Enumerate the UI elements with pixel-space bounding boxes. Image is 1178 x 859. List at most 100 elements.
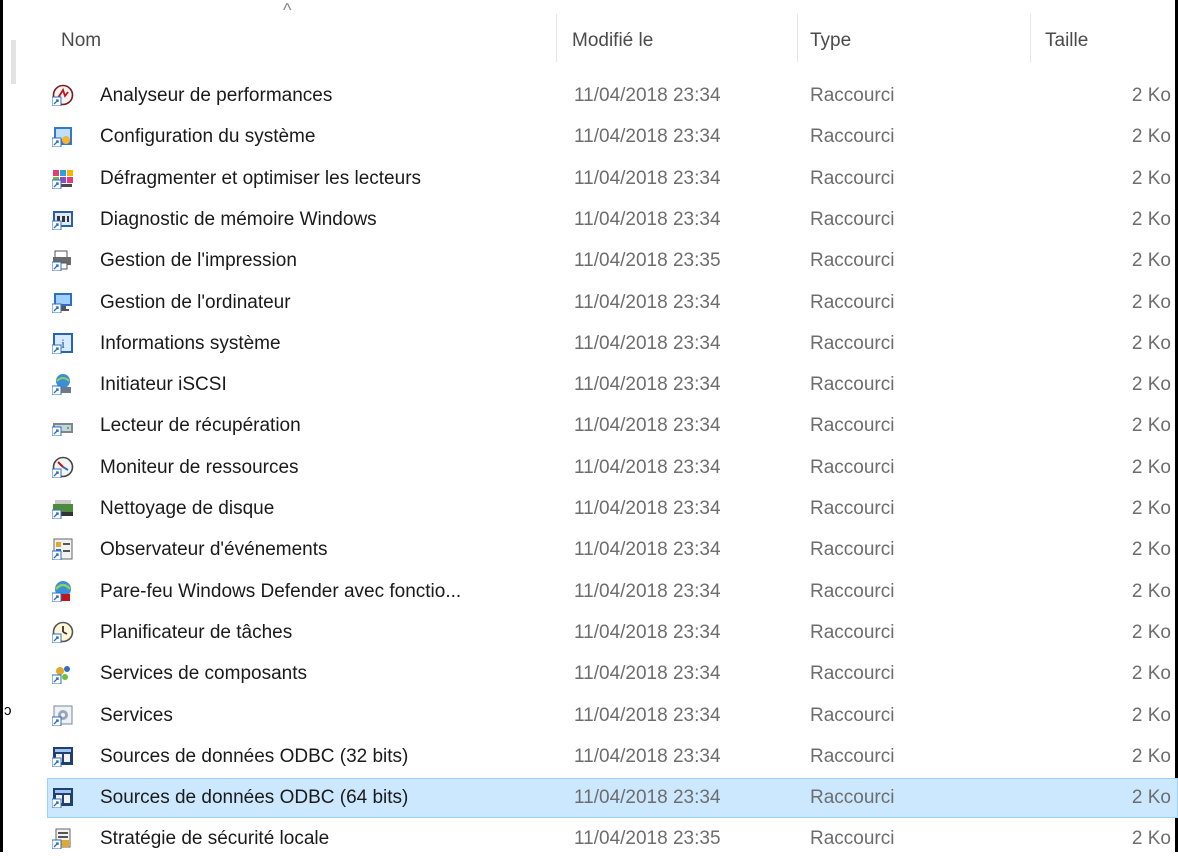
column-header-size[interactable]: Taille — [1045, 0, 1165, 72]
file-modified-date: 11/04/2018 23:34 — [574, 663, 721, 685]
window-frame-left — [0, 0, 3, 852]
svg-text:i: i — [61, 336, 65, 351]
file-type: Raccourci — [810, 580, 895, 602]
firewall-icon — [51, 580, 74, 603]
file-row[interactable]: Services de composants 11/04/2018 23:34 Ra… — [47, 654, 1178, 694]
file-type: Raccourci — [810, 208, 895, 230]
file-size: 2 Ko — [1131, 539, 1171, 561]
file-type: Raccourci — [810, 126, 895, 148]
file-name: Diagnostic de mémoire Windows — [100, 208, 377, 230]
file-row[interactable]: Gestion de l'ordinateur 11/04/2018 23:34 R… — [47, 283, 1178, 323]
component-services-icon — [51, 662, 74, 685]
task-scheduler-icon — [51, 621, 74, 644]
file-type: Raccourci — [810, 167, 895, 189]
services-icon — [51, 704, 74, 726]
file-size: 2 Ko — [1131, 250, 1171, 272]
file-name: Stratégie de sécurité locale — [100, 828, 330, 850]
file-type: Raccourci — [810, 332, 895, 354]
file-type: Raccourci — [810, 787, 895, 809]
resource-monitor-icon — [51, 456, 74, 479]
odbc-icon — [51, 745, 74, 768]
file-size: 2 Ko — [1131, 167, 1171, 189]
file-row[interactable]: Services 11/04/2018 23:34 Raccourci 2 Ko — [47, 696, 1178, 736]
file-type: Raccourci — [810, 498, 895, 519]
file-type: Raccourci — [810, 415, 895, 437]
file-name: Lecteur de récupération — [100, 415, 301, 437]
file-row[interactable]: Observateur d'événements 11/04/2018 23:34… — [47, 530, 1178, 570]
file-modified-date: 11/04/2018 23:34 — [574, 745, 721, 767]
file-type: Raccourci — [810, 250, 895, 272]
file-size: 2 Ko — [1131, 85, 1171, 106]
file-row[interactable]: Analyseur de performances 11/04/2018 23:3… — [47, 76, 1178, 116]
navigation-pane-glyph: ↄ — [4, 702, 12, 719]
file-name: Sources de données ODBC (32 bits) — [100, 745, 409, 767]
file-row[interactable]: Nettoyage de disque 11/04/2018 23:34 Racco… — [47, 489, 1178, 529]
file-type: Raccourci — [810, 828, 895, 850]
column-divider[interactable] — [1030, 14, 1031, 62]
file-type: Raccourci — [810, 704, 895, 726]
column-divider[interactable] — [797, 14, 798, 62]
file-row[interactable]: Pare-feu Windows Defender avec fonctio..… — [47, 572, 1178, 612]
file-modified-date: 11/04/2018 23:34 — [574, 580, 721, 602]
file-name: Planificateur de tâches — [100, 621, 293, 643]
file-modified-date: 11/04/2018 23:35 — [574, 250, 721, 272]
file-name: Nettoyage de disque — [100, 498, 275, 519]
column-divider[interactable] — [556, 14, 557, 62]
file-row[interactable]: Diagnostic de mémoire Windows 11/04/2018 … — [47, 200, 1178, 240]
column-header-modified-label: Modifié le — [572, 30, 654, 51]
file-row[interactable]: Défragmenter et optimiser les lecteurs 11… — [47, 159, 1178, 199]
performance-monitor-icon — [51, 84, 74, 107]
file-size: 2 Ko — [1131, 621, 1171, 643]
file-row[interactable]: Planificateur de tâches 11/04/2018 23:34 R… — [47, 613, 1178, 653]
file-modified-date: 11/04/2018 23:34 — [574, 85, 721, 106]
system-information-icon: i — [51, 332, 74, 355]
file-modified-date: 11/04/2018 23:34 — [574, 291, 721, 313]
column-header-modified[interactable]: Modifié le — [572, 0, 797, 72]
odbc-icon — [51, 786, 74, 809]
system-configuration-icon — [51, 125, 74, 148]
file-row[interactable]: Stratégie de sécurité locale 11/04/2018 2… — [47, 819, 1178, 859]
file-name: Analyseur de performances — [100, 85, 333, 106]
file-size: 2 Ko — [1131, 126, 1171, 148]
file-modified-date: 11/04/2018 23:34 — [574, 332, 721, 354]
file-row[interactable]: Gestion de l'impression 11/04/2018 23:35 R… — [47, 241, 1178, 281]
file-modified-date: 11/04/2018 23:34 — [574, 704, 721, 726]
file-modified-date: 11/04/2018 23:34 — [574, 498, 721, 519]
column-header-size-label: Taille — [1045, 30, 1089, 51]
file-modified-date: 11/04/2018 23:34 — [574, 374, 721, 396]
file-row[interactable]: Sources de données ODBC (64 bits) 11/04/2… — [47, 778, 1178, 819]
file-size: 2 Ko — [1131, 415, 1171, 437]
file-type: Raccourci — [810, 85, 895, 106]
file-type: Raccourci — [810, 745, 895, 767]
file-modified-date: 11/04/2018 23:34 — [574, 456, 721, 478]
file-name: Informations système — [100, 332, 281, 354]
file-size: 2 Ko — [1131, 374, 1171, 396]
iscsi-initiator-icon — [51, 373, 74, 396]
file-row[interactable]: Configuration du système 11/04/2018 23:34… — [47, 117, 1178, 157]
file-size: 2 Ko — [1131, 787, 1171, 809]
file-modified-date: 11/04/2018 23:34 — [574, 167, 721, 189]
file-type: Raccourci — [810, 374, 895, 396]
file-size: 2 Ko — [1131, 332, 1171, 354]
column-header-type[interactable]: Type — [810, 0, 1030, 72]
file-size: 2 Ko — [1131, 828, 1171, 850]
file-name: Gestion de l'ordinateur — [100, 291, 291, 313]
file-name: Initiateur iSCSI — [100, 374, 227, 396]
disk-cleanup-icon — [51, 497, 74, 520]
file-type: Raccourci — [810, 291, 895, 313]
file-name: Services — [100, 704, 173, 726]
file-modified-date: 11/04/2018 23:34 — [574, 621, 721, 643]
file-row[interactable]: Sources de données ODBC (32 bits) 11/04/2… — [47, 737, 1178, 777]
file-name: Observateur d'événements — [100, 539, 328, 561]
file-name: Configuration du système — [100, 126, 316, 148]
column-header-name[interactable]: Nom — [61, 0, 556, 72]
file-name: Défragmenter et optimiser les lecteurs — [100, 167, 422, 189]
file-modified-date: 11/04/2018 23:34 — [574, 539, 721, 561]
file-row[interactable]: Moniteur de ressources 11/04/2018 23:34 Ra… — [47, 448, 1178, 488]
file-type: Raccourci — [810, 539, 895, 561]
file-row[interactable]: Initiateur iSCSI 11/04/2018 23:34 Raccourc… — [47, 365, 1178, 405]
file-modified-date: 11/04/2018 23:35 — [574, 828, 721, 850]
file-row[interactable]: i Informations système 11/04/2018 23:34 Rac… — [47, 324, 1178, 364]
file-size: 2 Ko — [1131, 663, 1171, 685]
file-row[interactable]: Lecteur de récupération 11/04/2018 23:34 R… — [47, 406, 1178, 446]
